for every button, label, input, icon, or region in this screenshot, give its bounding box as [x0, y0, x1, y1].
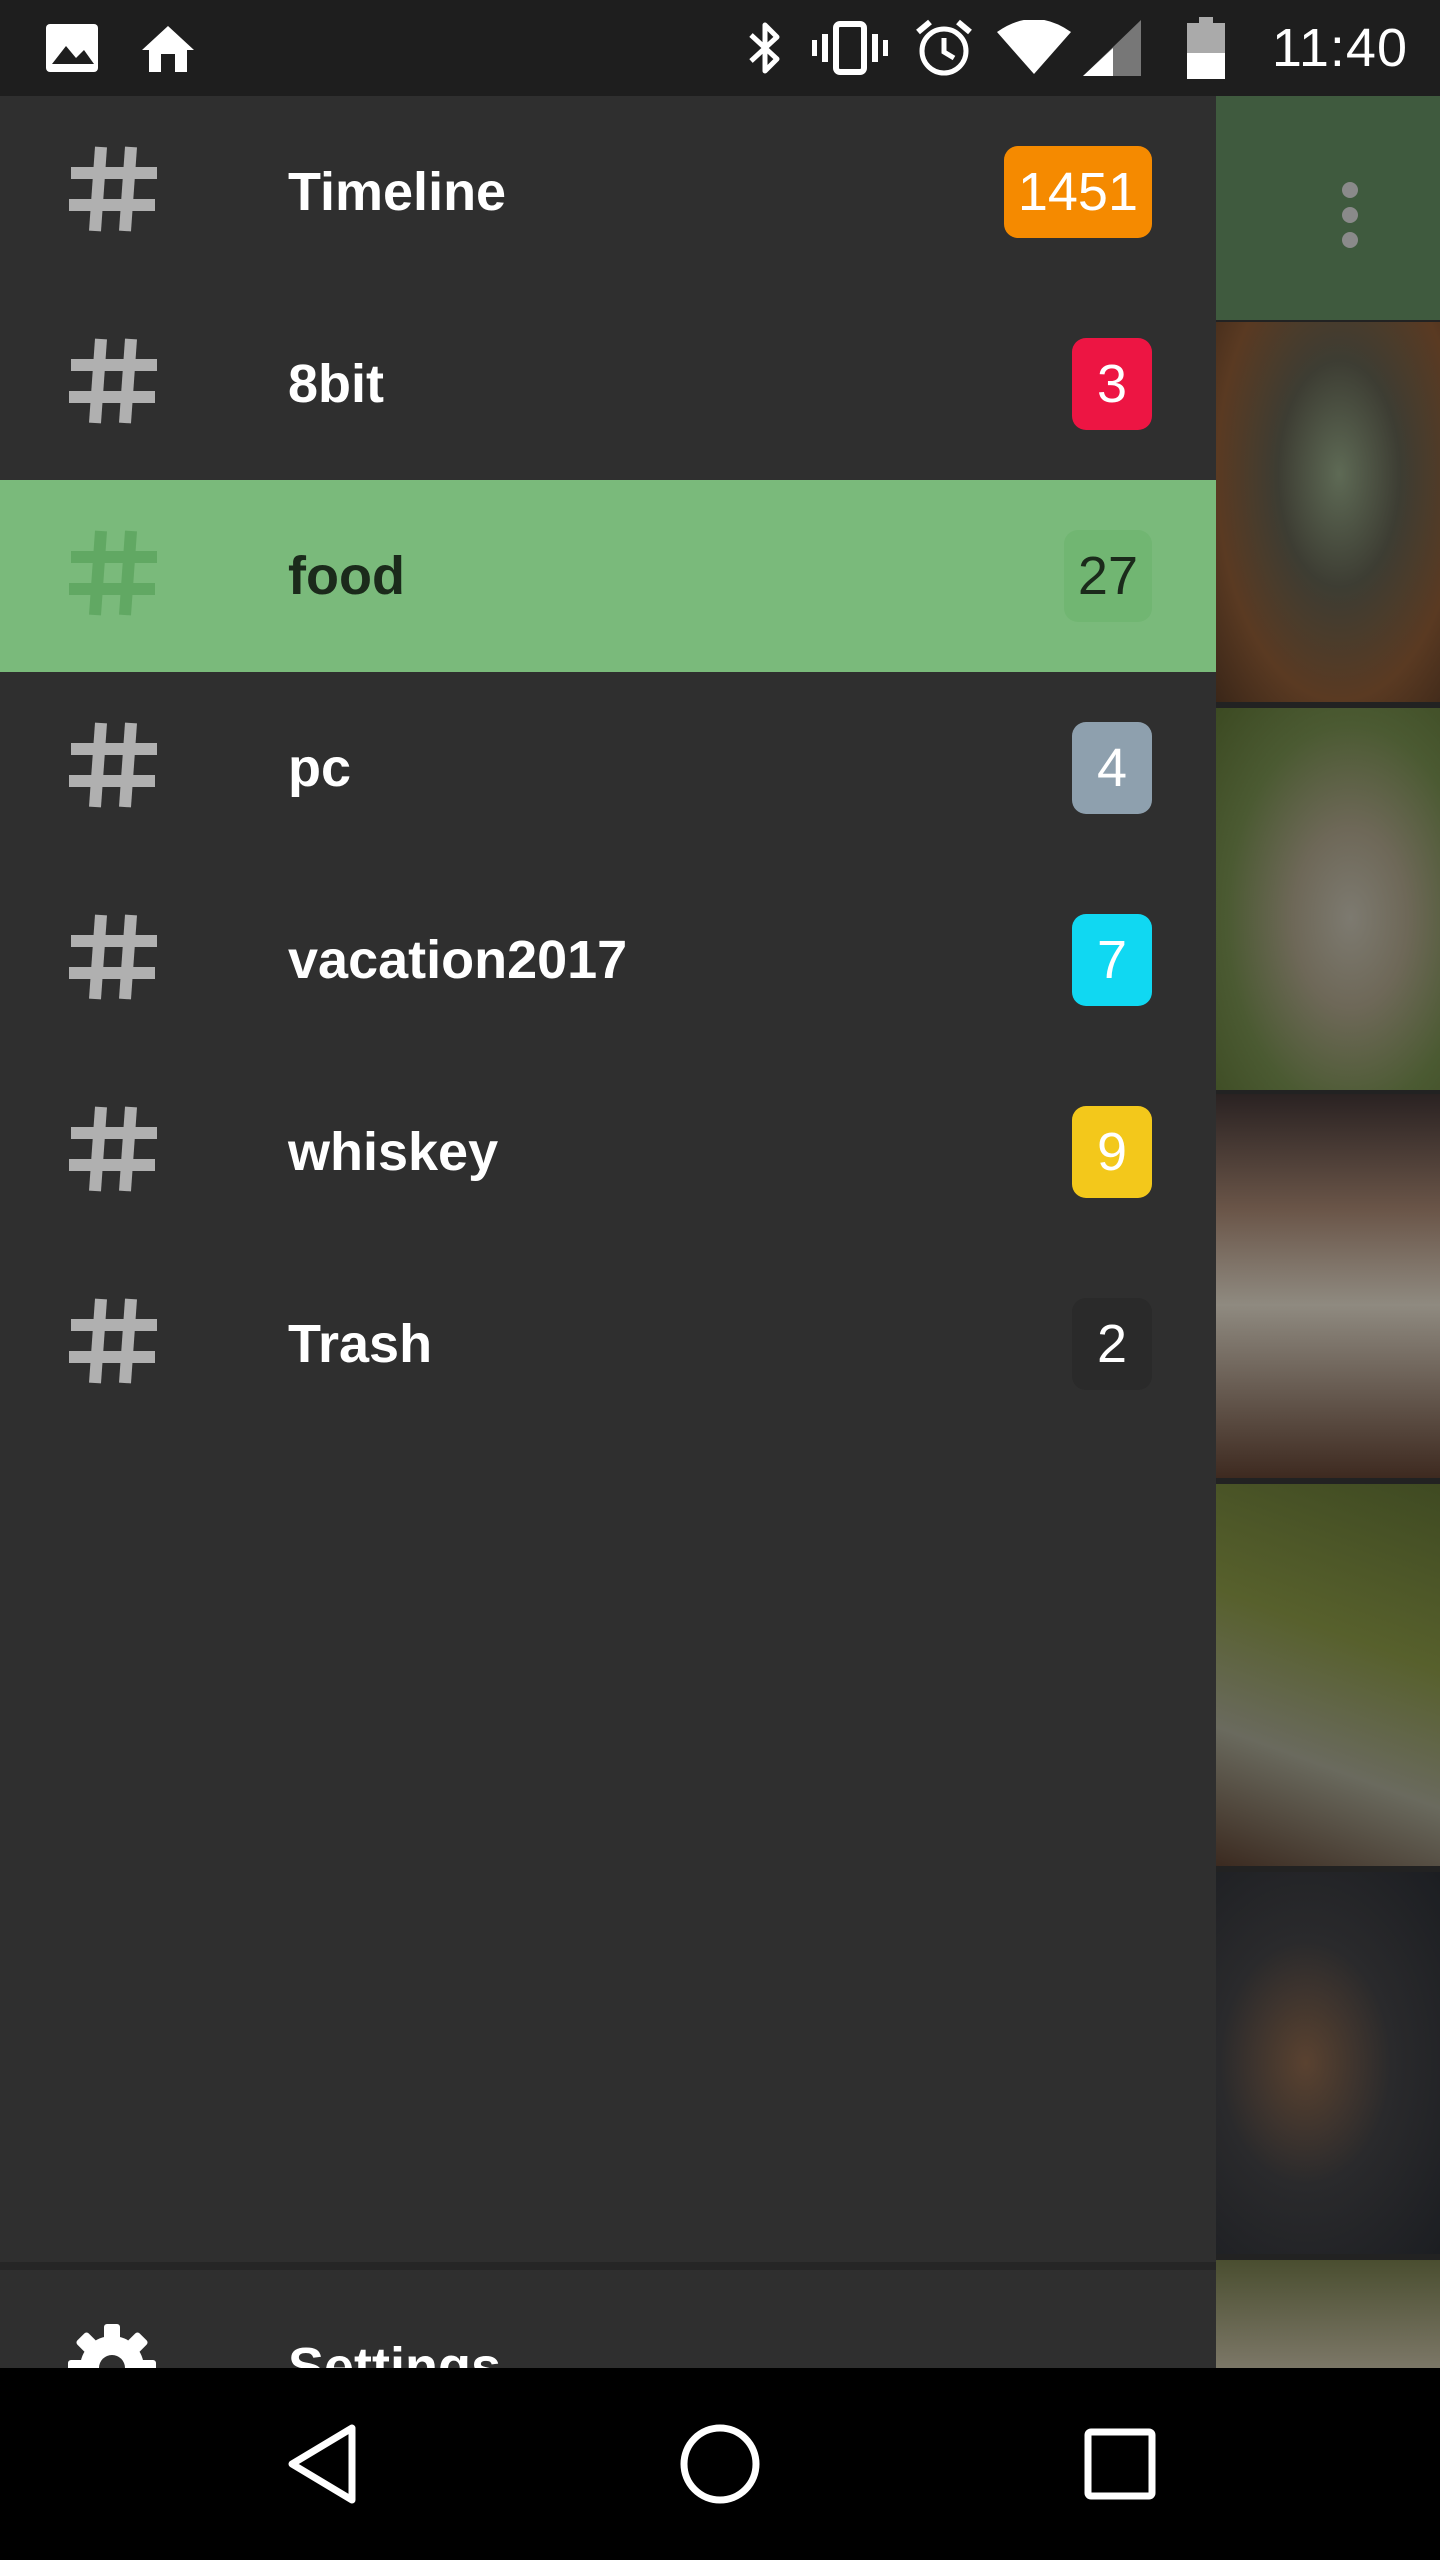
drawer-divider	[0, 2262, 1216, 2270]
photo-thumbnail[interactable]	[1216, 1094, 1440, 1478]
navigation-drawer: Timeline 1451 8bit 3 food 27 pc 4 vacati…	[0, 96, 1216, 2412]
hashtag-icon	[58, 134, 168, 244]
status-bar: 11:40	[0, 0, 1440, 96]
image-icon	[40, 18, 104, 78]
home-circle-icon[interactable]	[660, 2404, 780, 2524]
photo-thumbnail[interactable]	[1216, 1484, 1440, 1866]
drawer-item-food[interactable]: food 27	[0, 480, 1216, 672]
drawer-item-label: Trash	[288, 1314, 433, 1374]
drawer-item-label: vacation2017	[288, 930, 628, 990]
hashtag-icon	[58, 518, 168, 628]
cell-signal-icon	[1080, 18, 1144, 78]
drawer-item-trash[interactable]: Trash 2	[0, 1248, 1216, 1440]
hashtag-icon	[58, 902, 168, 1012]
back-icon[interactable]	[262, 2404, 382, 2524]
photo-thumbnail[interactable]	[1216, 708, 1440, 1090]
hashtag-icon	[58, 710, 168, 820]
count-badge: 7	[1072, 914, 1152, 1006]
drawer-item-timeline[interactable]: Timeline 1451	[0, 96, 1216, 288]
clock-time: 11:40	[1271, 18, 1408, 78]
home-icon	[136, 18, 200, 78]
hashtag-icon	[58, 1094, 168, 1204]
drawer-item-label: pc	[288, 738, 352, 798]
drawer-item-label: 8bit	[288, 354, 385, 414]
vibrate-icon	[810, 18, 890, 78]
drawer-item-8bit[interactable]: 8bit 3	[0, 288, 1216, 480]
count-badge: 2	[1072, 1298, 1152, 1390]
battery-icon	[1184, 17, 1228, 79]
bluetooth-icon	[740, 18, 790, 78]
drawer-item-label: whiskey	[288, 1122, 499, 1182]
recents-icon[interactable]	[1060, 2404, 1180, 2524]
drawer-item-label: Timeline	[288, 162, 507, 222]
drawer-item-vacation2017[interactable]: vacation2017 7	[0, 864, 1216, 1056]
hashtag-icon	[58, 326, 168, 436]
drawer-item-whiskey[interactable]: whiskey 9	[0, 1056, 1216, 1248]
count-badge: 4	[1072, 722, 1152, 814]
wifi-icon	[996, 18, 1072, 78]
photo-thumbnail[interactable]	[1216, 1872, 1440, 2254]
photo-thumbnail[interactable]	[1216, 322, 1440, 702]
photo-thumbnail[interactable]	[1216, 2260, 1440, 2370]
system-nav-bar	[0, 2368, 1440, 2560]
count-badge: 3	[1072, 338, 1152, 430]
hashtag-icon	[58, 1286, 168, 1396]
count-badge: 9	[1072, 1106, 1152, 1198]
drawer-item-label: food	[288, 546, 405, 606]
count-badge: 1451	[1003, 146, 1152, 238]
overflow-menu-icon[interactable]	[1320, 170, 1380, 260]
alarm-icon	[912, 18, 976, 78]
count-badge: 27	[1063, 530, 1152, 622]
drawer-item-pc[interactable]: pc 4	[0, 672, 1216, 864]
